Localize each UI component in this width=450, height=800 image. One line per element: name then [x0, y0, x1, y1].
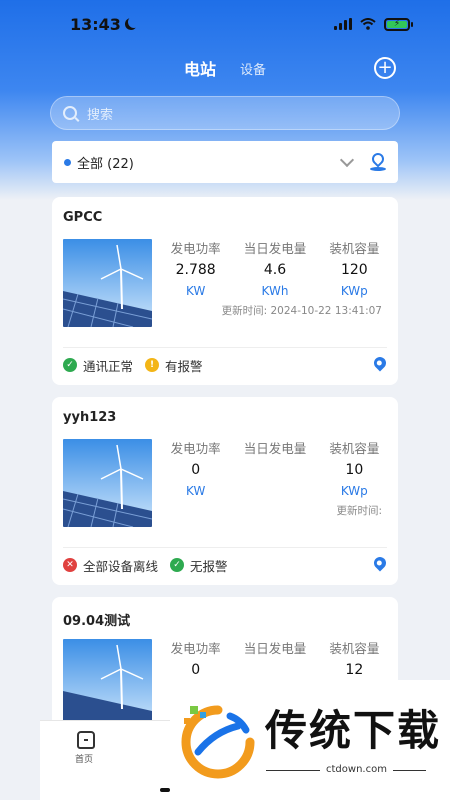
stat-daily-energy: 当日发电量 4.6 KWh	[243, 241, 307, 298]
watermark-title: 传统下载	[265, 706, 442, 755]
search-placeholder: 搜索	[87, 107, 114, 123]
plus-icon: +	[377, 57, 393, 78]
stat-power: 发电功率 2.788 KW	[170, 241, 221, 298]
filter-dot	[64, 158, 71, 166]
tab-home[interactable]: 首页	[75, 731, 96, 765]
station-stats: 发电功率 2.788 KW 当日发电量 4.6 KWh 装机容量 120 KWp	[156, 239, 394, 301]
station-name: yyh123	[63, 410, 117, 425]
status-icons: ⚡	[334, 17, 413, 31]
station-filter[interactable]: 全部 (22)	[52, 141, 398, 183]
station-name: GPCC	[63, 210, 103, 225]
comm-status-badge: ✕ 全部设备离线	[63, 556, 158, 575]
station-thumbnail	[63, 639, 152, 727]
stat-capacity: 装机容量 10 KWp	[329, 441, 380, 498]
stat-daily-energy: 当日发电量	[243, 441, 307, 456]
card-footer: ✕ 全部设备离线 ✓ 无报警	[63, 554, 389, 575]
station-name: 09.04测试	[63, 614, 131, 629]
error-icon: ✕	[63, 558, 77, 572]
watermark-url: ctdown.com	[320, 764, 393, 775]
home-indicator	[160, 788, 170, 792]
search-icon	[63, 106, 77, 120]
check-icon: ✓	[63, 358, 77, 372]
map-icon[interactable]	[369, 150, 387, 171]
station-thumbnail	[63, 239, 152, 327]
stat-capacity: 装机容量 12	[329, 641, 380, 678]
signal-icon	[334, 18, 352, 30]
station-card[interactable]: GPCC 发电功率 2.788 KW 当日发电量 4.6 KWh 装机容量 12…	[52, 197, 398, 385]
comm-status-badge: ✓ 通讯正常	[63, 356, 133, 375]
watermark-overlay: 传统下载 ctdown.com	[170, 680, 450, 800]
add-button[interactable]: +	[374, 57, 396, 79]
card-footer: ✓ 通讯正常 ! 有报警	[63, 354, 389, 375]
station-thumbnail	[63, 439, 152, 527]
status-time: 13:43	[70, 15, 137, 34]
tab-home-label: 首页	[74, 755, 93, 765]
location-icon[interactable]	[371, 354, 389, 373]
alarm-status-badge: ! 有报警	[145, 356, 203, 375]
stat-power: 发电功率 0 KW	[170, 441, 221, 498]
divider	[63, 347, 387, 348]
status-bar: 13:43 ⚡	[0, 0, 450, 48]
warning-icon: !	[145, 358, 160, 372]
location-icon[interactable]	[371, 554, 389, 573]
top-nav: 电站 设备 +	[0, 48, 450, 88]
tab-stations[interactable]: 电站	[184, 56, 216, 80]
update-time: 更新时间:	[336, 505, 382, 517]
stat-daily-energy: 当日发电量	[243, 641, 307, 656]
station-card[interactable]: yyh123 发电功率 0 KW 当日发电量 装机容量 10 KWp 更新时间:…	[52, 397, 398, 585]
battery-icon: ⚡	[384, 17, 413, 31]
filter-label: 全部 (22)	[77, 156, 134, 172]
station-stats: 发电功率 0 KW 当日发电量 装机容量 10 KWp	[156, 439, 394, 501]
home-icon	[77, 731, 95, 749]
chevron-down-icon[interactable]	[339, 152, 355, 167]
watermark-logo	[181, 705, 255, 779]
stat-capacity: 装机容量 120 KWp	[329, 241, 380, 298]
alarm-status-badge: ✓ 无报警	[170, 556, 228, 575]
search-input[interactable]: 搜索	[50, 96, 400, 130]
wifi-icon	[360, 18, 376, 30]
divider	[63, 547, 387, 548]
stat-power: 发电功率 0	[170, 641, 221, 678]
moon-icon	[128, 16, 140, 28]
update-time: 更新时间: 2024-10-22 13:41:07	[221, 305, 382, 317]
check-icon: ✓	[170, 558, 185, 572]
tab-devices[interactable]: 设备	[240, 59, 266, 78]
station-stats: 发电功率 0 当日发电量 装机容量 12	[156, 639, 394, 681]
